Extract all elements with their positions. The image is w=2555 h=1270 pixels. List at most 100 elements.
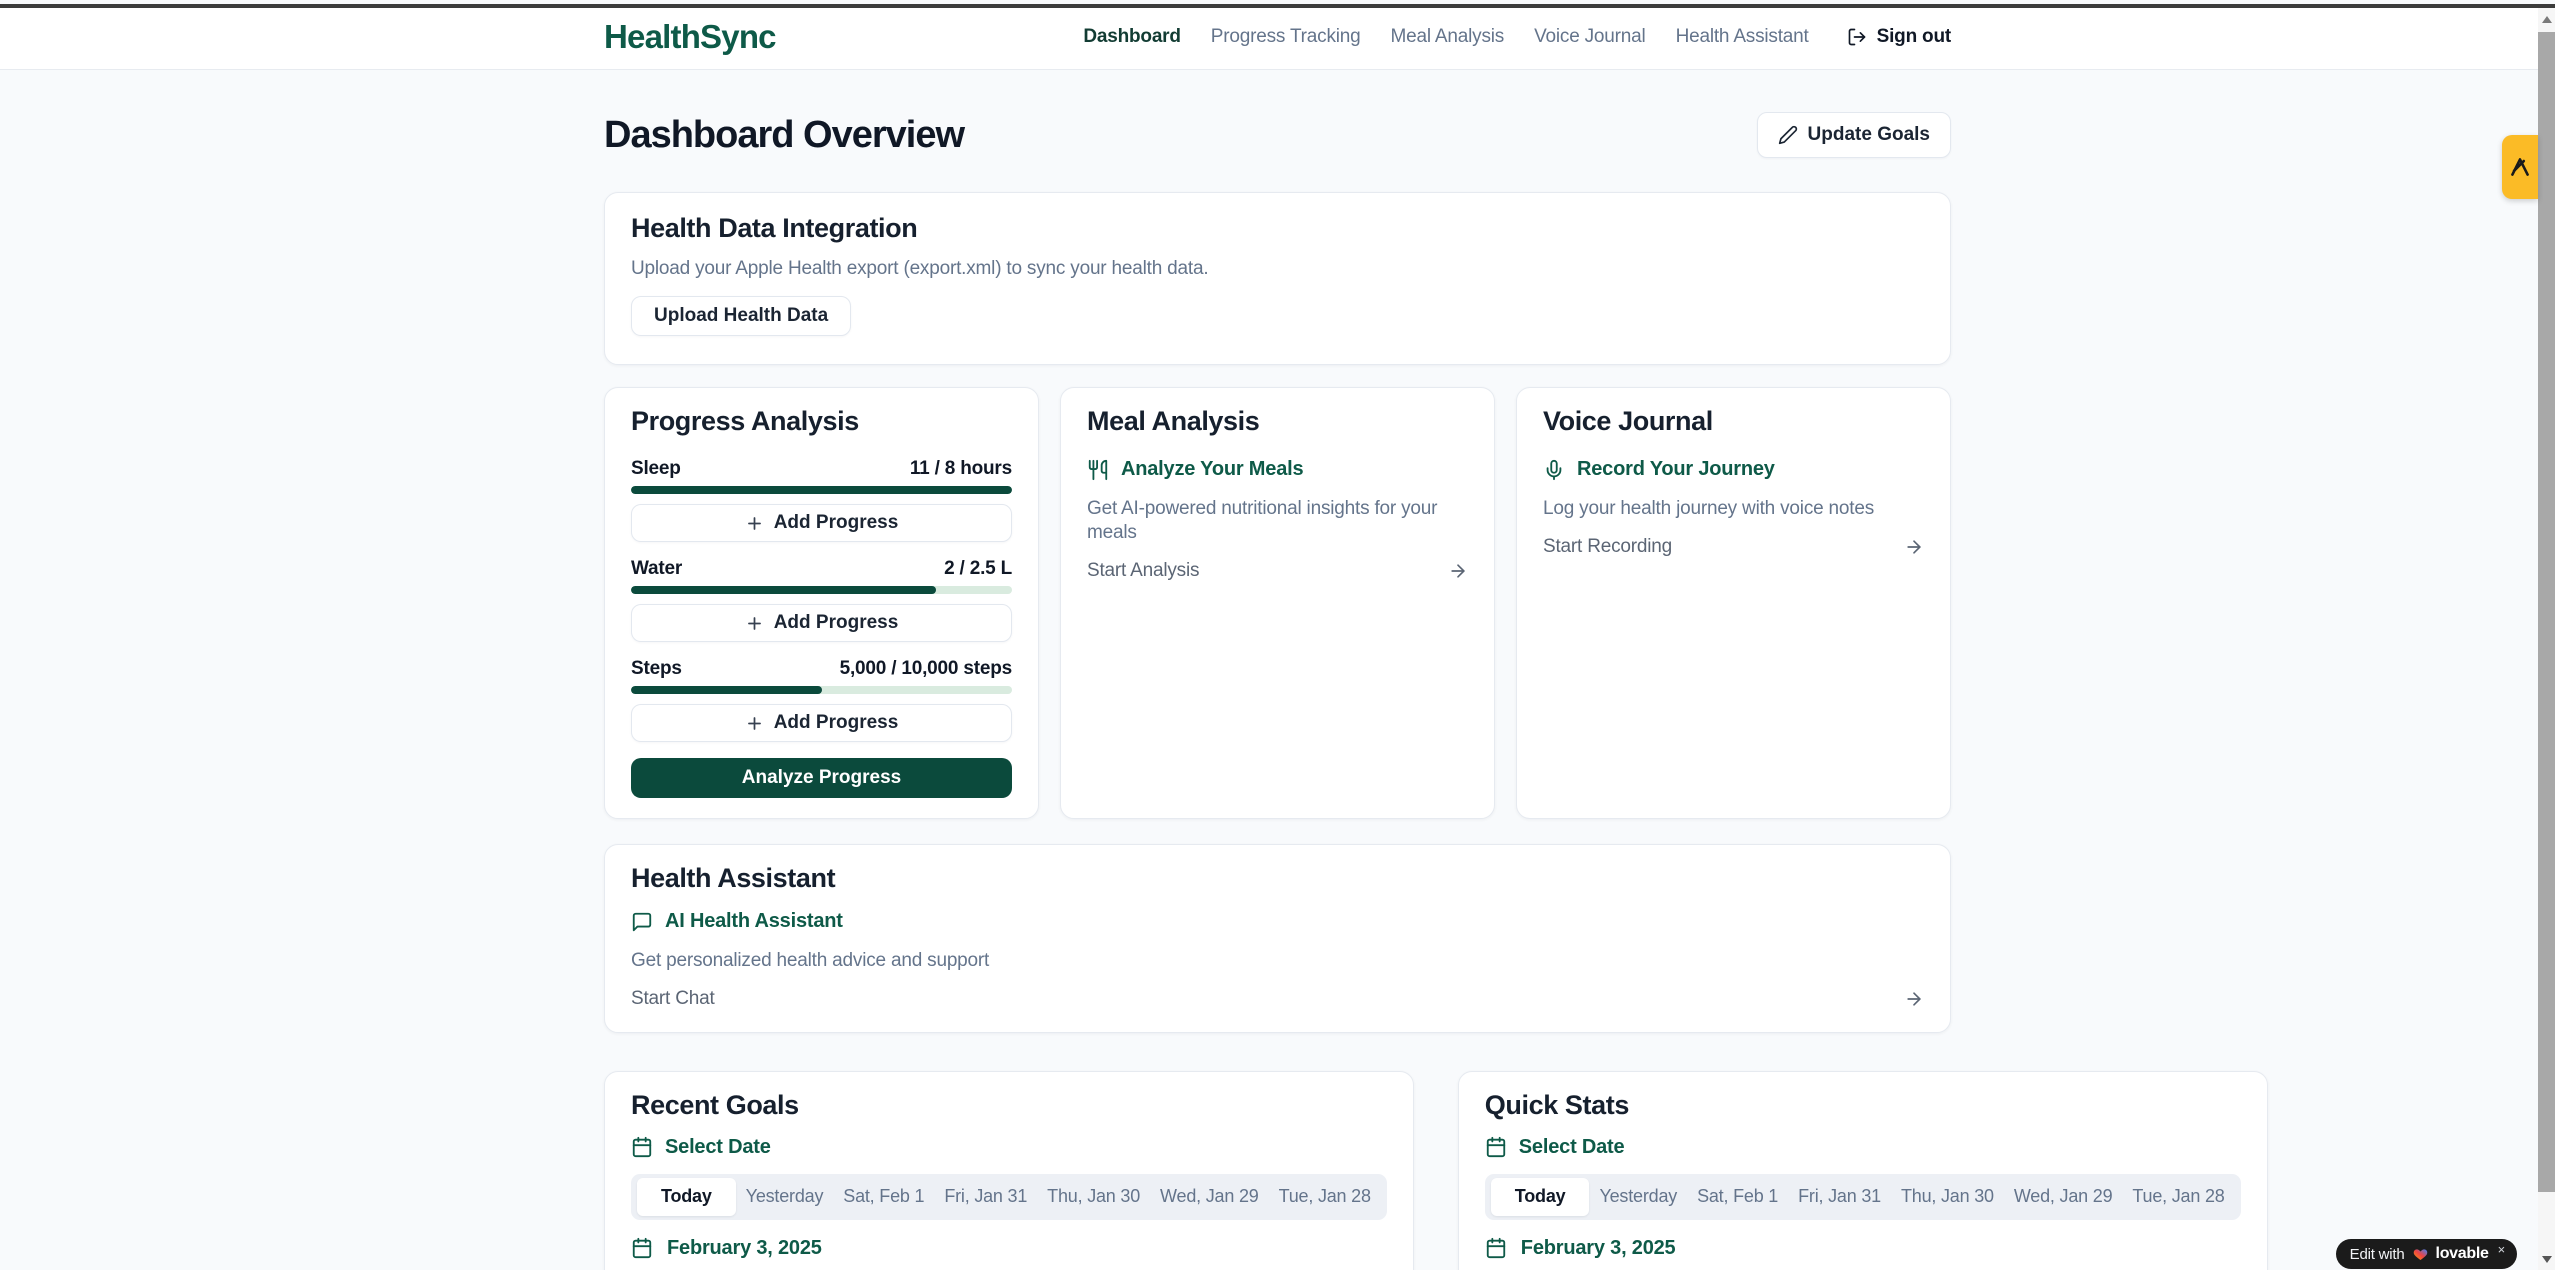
meal-analysis-title: Meal Analysis	[1087, 406, 1468, 437]
steps-progress-fill	[631, 686, 822, 694]
steps-value: 5,000 / 10,000 steps	[840, 658, 1012, 680]
add-progress-label: Add Progress	[774, 712, 899, 734]
tab-sat-feb-1[interactable]: Sat, Feb 1	[833, 1186, 934, 1207]
add-progress-label: Add Progress	[774, 612, 899, 634]
tab-yesterday[interactable]: Yesterday	[1589, 1186, 1687, 1207]
tab-wed-jan-29[interactable]: Wed, Jan 29	[1150, 1186, 1269, 1207]
recent-goals-title: Recent Goals	[631, 1090, 1387, 1121]
select-date-label: Select Date	[1519, 1136, 1625, 1159]
calendar-icon	[631, 1136, 653, 1158]
scrollbar-thumb[interactable]	[2538, 32, 2555, 1192]
add-sleep-progress-button[interactable]: Add Progress	[631, 504, 1012, 542]
sleep-progress-bar	[631, 486, 1012, 494]
add-progress-label: Add Progress	[774, 512, 899, 534]
main-nav: Dashboard Progress Tracking Meal Analysi…	[1083, 26, 1951, 48]
steps-label: Steps	[631, 658, 682, 680]
add-steps-progress-button[interactable]: Add Progress	[631, 704, 1012, 742]
start-analysis-action[interactable]: Start Analysis	[1087, 560, 1468, 582]
page-title: Dashboard Overview	[604, 114, 964, 157]
start-recording-action[interactable]: Start Recording	[1543, 536, 1924, 558]
analyze-progress-button[interactable]: Analyze Progress	[631, 758, 1012, 798]
ai-health-assistant-label: AI Health Assistant	[665, 910, 843, 933]
select-date-button[interactable]: Select Date	[631, 1136, 1387, 1159]
arrow-right-icon	[1904, 537, 1924, 557]
tab-fri-jan-31[interactable]: Fri, Jan 31	[934, 1186, 1037, 1207]
close-icon[interactable]: ×	[2498, 1242, 2505, 1257]
health-assistant-description: Get personalized health advice and suppo…	[631, 949, 1924, 973]
ai-health-assistant-link[interactable]: AI Health Assistant	[631, 910, 1924, 933]
water-progress-fill	[631, 586, 936, 594]
plus-icon	[745, 514, 764, 533]
app-logo: HealthSync	[604, 18, 776, 56]
site-header: HealthSync Dashboard Progress Tracking M…	[0, 4, 2555, 70]
utensils-icon	[1087, 459, 1109, 481]
update-goals-label: Update Goals	[1808, 124, 1930, 146]
scrollbar[interactable]	[2538, 8, 2555, 1270]
progress-analysis-card: Progress Analysis Sleep 11 / 8 hours Add…	[604, 387, 1039, 819]
lovable-select-tool-button[interactable]	[2502, 135, 2538, 199]
date-tabs: Today Yesterday Sat, Feb 1 Fri, Jan 31 T…	[631, 1174, 1387, 1220]
start-chat-label: Start Chat	[631, 988, 715, 1010]
lovable-tool-icon	[2507, 154, 2533, 180]
selected-date-label: February 3, 2025	[667, 1237, 822, 1260]
nav-item-meal-analysis[interactable]: Meal Analysis	[1391, 26, 1505, 48]
start-chat-action[interactable]: Start Chat	[631, 988, 1924, 1010]
voice-journal-card: Voice Journal Record Your Journey Log yo…	[1516, 387, 1951, 819]
page-head: Dashboard Overview Update Goals	[604, 112, 1951, 158]
analyze-your-meals-link[interactable]: Analyze Your Meals	[1087, 458, 1468, 481]
quick-stats-card: Quick Stats Select Date Today Yesterday …	[1458, 1071, 2268, 1270]
sign-out-button[interactable]: Sign out	[1847, 26, 1951, 48]
metric-steps: Steps 5,000 / 10,000 steps Add Progress	[631, 658, 1012, 742]
nav-item-progress-tracking[interactable]: Progress Tracking	[1211, 26, 1361, 48]
tab-today[interactable]: Today	[637, 1178, 736, 1216]
lovable-badge-prefix: Edit with	[2350, 1246, 2405, 1263]
bottom-cards-row: Recent Goals Select Date Today Yesterday…	[604, 1071, 1951, 1270]
progress-analysis-title: Progress Analysis	[631, 406, 1012, 437]
tab-tue-jan-28[interactable]: Tue, Jan 28	[2122, 1186, 2234, 1207]
scrollbar-down-arrow[interactable]	[2542, 1256, 2552, 1263]
selected-date-button[interactable]: February 3, 2025	[1485, 1237, 2241, 1260]
scrollbar-up-arrow[interactable]	[2542, 16, 2552, 23]
calendar-icon	[1485, 1136, 1507, 1158]
nav-item-health-assistant[interactable]: Health Assistant	[1676, 26, 1809, 48]
nav-item-dashboard[interactable]: Dashboard	[1083, 26, 1180, 48]
water-label: Water	[631, 558, 682, 580]
sleep-progress-fill	[631, 486, 1012, 494]
health-data-integration-card: Health Data Integration Upload your Appl…	[604, 192, 1951, 365]
update-goals-button[interactable]: Update Goals	[1757, 112, 1951, 158]
logout-icon	[1847, 27, 1867, 47]
date-tabs: Today Yesterday Sat, Feb 1 Fri, Jan 31 T…	[1485, 1174, 2241, 1220]
tab-yesterday[interactable]: Yesterday	[736, 1186, 834, 1207]
tab-wed-jan-29[interactable]: Wed, Jan 29	[2004, 1186, 2123, 1207]
sign-out-label: Sign out	[1877, 26, 1951, 48]
pencil-icon	[1778, 125, 1798, 145]
quick-stats-title: Quick Stats	[1485, 1090, 2241, 1121]
health-assistant-card: Health Assistant AI Health Assistant Get…	[604, 844, 1951, 1033]
start-analysis-label: Start Analysis	[1087, 560, 1199, 582]
metric-water: Water 2 / 2.5 L Add Progress	[631, 558, 1012, 642]
plus-icon	[745, 614, 764, 633]
integration-description: Upload your Apple Health export (export.…	[631, 258, 1924, 280]
chat-bubble-icon	[631, 911, 653, 933]
selected-date-button[interactable]: February 3, 2025	[631, 1237, 1387, 1260]
select-date-button[interactable]: Select Date	[1485, 1136, 2241, 1159]
tab-today[interactable]: Today	[1491, 1178, 1590, 1216]
steps-progress-bar	[631, 686, 1012, 694]
add-water-progress-button[interactable]: Add Progress	[631, 604, 1012, 642]
sleep-label: Sleep	[631, 458, 681, 480]
arrow-right-icon	[1904, 989, 1924, 1009]
record-your-journey-link[interactable]: Record Your Journey	[1543, 458, 1924, 481]
lovable-badge[interactable]: Edit with lovable ×	[2336, 1239, 2517, 1269]
tab-tue-jan-28[interactable]: Tue, Jan 28	[1269, 1186, 1381, 1207]
record-your-journey-label: Record Your Journey	[1577, 458, 1775, 481]
nav-item-voice-journal[interactable]: Voice Journal	[1534, 26, 1645, 48]
tab-thu-jan-30[interactable]: Thu, Jan 30	[1037, 1186, 1150, 1207]
tab-sat-feb-1[interactable]: Sat, Feb 1	[1687, 1186, 1788, 1207]
upload-health-data-button[interactable]: Upload Health Data	[631, 296, 851, 336]
recent-goals-card: Recent Goals Select Date Today Yesterday…	[604, 1071, 1414, 1270]
analyze-your-meals-label: Analyze Your Meals	[1121, 458, 1303, 481]
tab-fri-jan-31[interactable]: Fri, Jan 31	[1788, 1186, 1891, 1207]
feature-cards-row: Progress Analysis Sleep 11 / 8 hours Add…	[604, 387, 1951, 819]
select-date-label: Select Date	[665, 1136, 771, 1159]
tab-thu-jan-30[interactable]: Thu, Jan 30	[1891, 1186, 2004, 1207]
